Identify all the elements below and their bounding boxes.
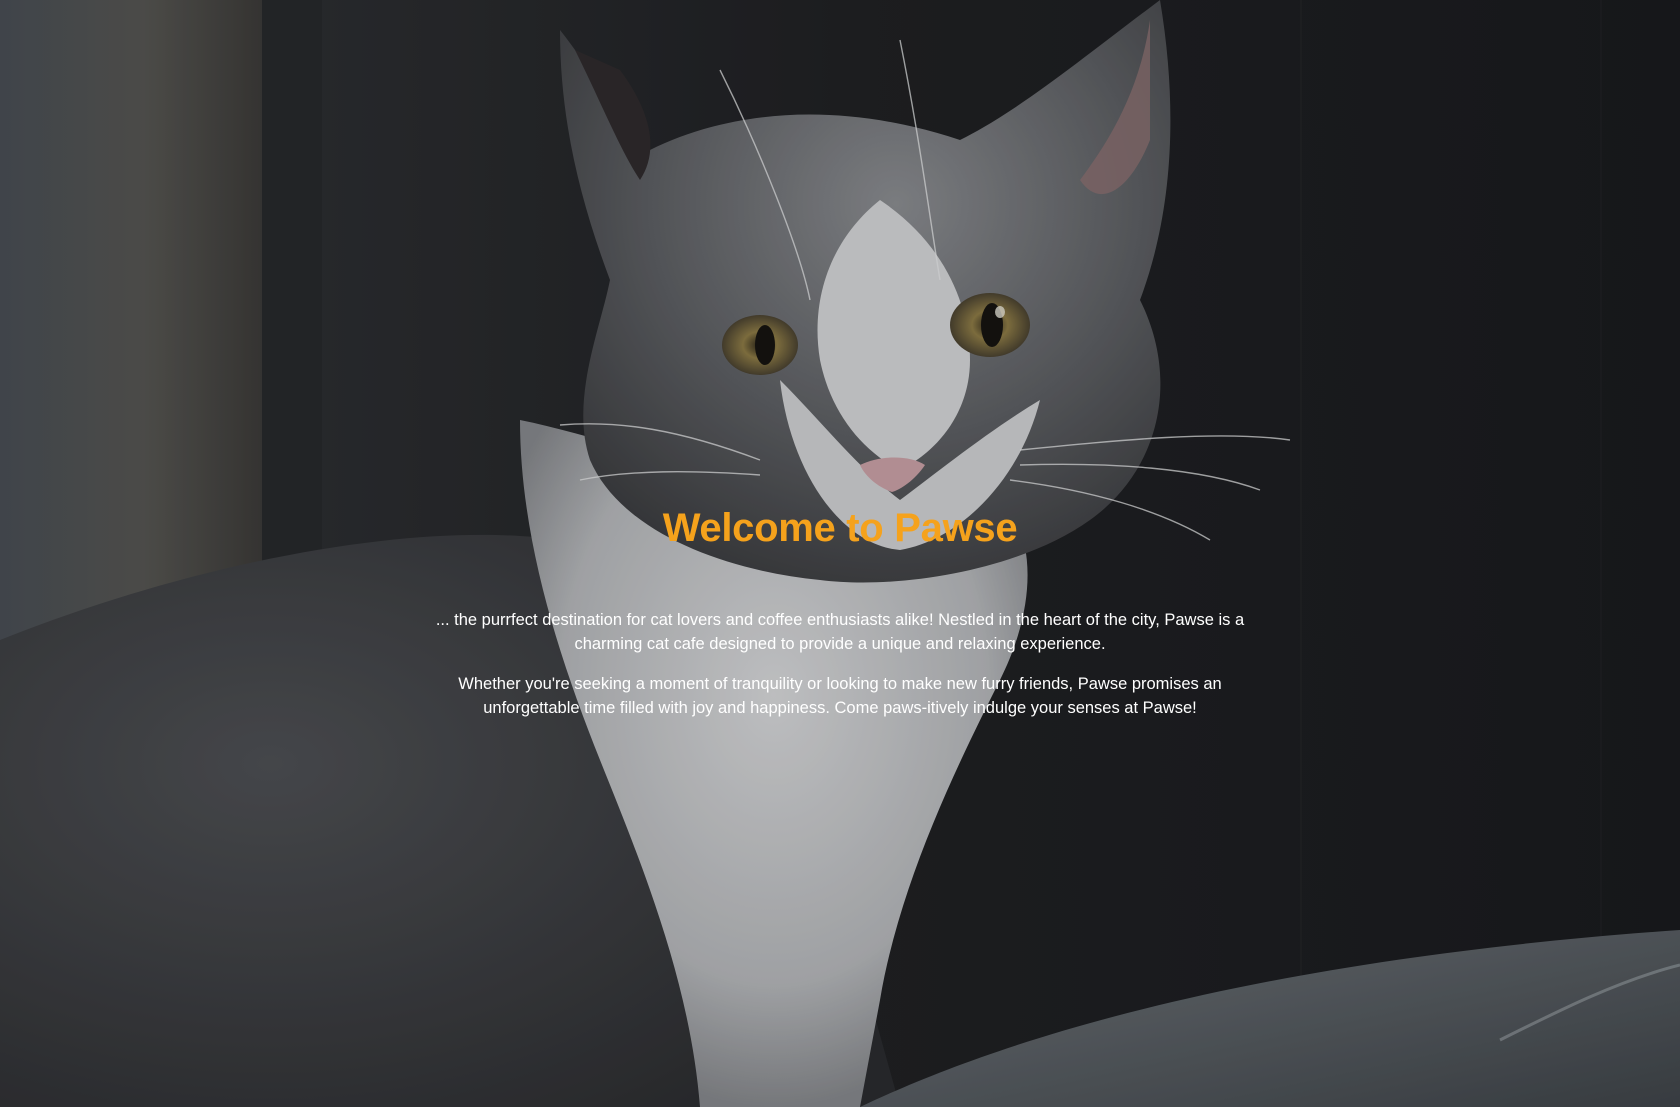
hero-title: Welcome to Pawse xyxy=(662,506,1018,550)
hero-intro-paragraph: ... the purrfect destination for cat lov… xyxy=(435,611,1245,653)
hero-section: Welcome to Pawse ... the purrfect destin… xyxy=(0,0,1680,1107)
hero-closing-paragraph: Whether you're seeking a moment of tranq… xyxy=(458,675,1222,717)
